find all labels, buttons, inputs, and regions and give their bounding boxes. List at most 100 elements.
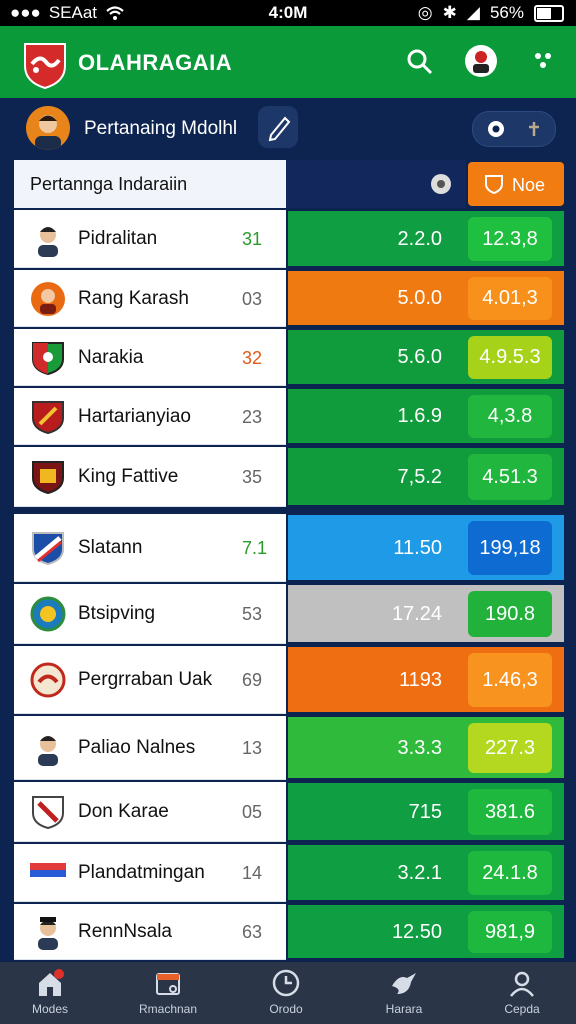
stat-value: 1193 [398,669,442,691]
stat-value: 11.50 [393,537,442,559]
table-row[interactable]: Don Karae 05 715 381.6 [14,782,564,842]
table-row[interactable]: Plandatmingan 14 3.2.1 24.1.8 [14,844,564,902]
row-stat-bar: 3.3.3 227.3 [288,717,564,778]
table-header-label: Pertannga Indaraiin [30,174,188,194]
team-number: 13 [242,738,263,758]
table-row[interactable]: Pidralitan 31 2.2.0 12.3,8 [14,210,564,268]
odds-button[interactable]: 199,18 [468,521,552,575]
table-row[interactable]: Paliao Nalnes 13 3.3.3 227.3 [14,716,564,780]
location-icon: ◎ [417,3,433,22]
profile-avatar-icon[interactable] [464,44,498,78]
team-number: 32 [242,348,263,368]
team-badge-icon [30,596,66,632]
team-badge-icon [30,281,66,317]
nav-item-schedule[interactable]: Rmachnan [118,968,218,1016]
table-row[interactable]: RennNsala 63 12.50 981,9 [14,904,564,960]
odds-button[interactable]: 4.9.5.3 [468,336,552,379]
odds-button[interactable]: 4.01,3 [468,277,552,320]
table-row[interactable]: Slatann 7.1 11.50 199,18 [14,514,564,582]
table-row[interactable]: Rang Karash 03 5.0.0 4.01,3 [14,270,564,327]
nav-item-harara[interactable]: Harara [354,968,454,1016]
team-badge-icon [30,914,66,950]
row-stat-bar: 17.24 190.8 [288,585,564,642]
nav-item-modes[interactable]: Modes [0,968,100,1016]
eye-icon[interactable] [487,120,505,138]
team-number: 7.1 [242,538,268,558]
shield-icon [485,175,503,194]
nav-item-profile[interactable]: Cepda [472,968,572,1016]
header-action-label: Noe [512,175,546,195]
team-number: 63 [242,922,263,942]
row-info-cell: Rang Karash 03 [14,270,286,327]
table-row[interactable]: Pergrraban Uak 69 1193 1.46,3 [14,646,564,714]
row-info-cell: Narakia 32 [14,329,286,386]
odds-button[interactable]: 227.3 [468,723,552,773]
stat-value: 5.0.0 [397,287,442,309]
ball-icon[interactable] [430,173,452,195]
team-badge-icon [30,662,66,698]
cellular-icon: ◢ [466,3,480,22]
view-toggle[interactable] [472,111,556,147]
pin-icon[interactable] [525,120,543,138]
odds-button[interactable]: 24.1.8 [468,851,552,895]
odds-button[interactable]: 1.46,3 [468,653,552,707]
team-number: 35 [242,467,263,487]
team-name: Plandatmingan [78,862,205,883]
row-info-cell: RennNsala 63 [14,904,286,960]
table-row[interactable]: Hartarianyiao 23 1.6.9 4,3.8 [14,388,564,445]
stat-value: 17.24 [391,603,442,625]
table-row[interactable]: King Fattive 35 7,5.2 4.51.3 [14,447,564,507]
row-info-cell: Slatann 7.1 [14,514,286,582]
odds-button[interactable]: 381.6 [468,789,552,835]
row-info-cell: Plandatmingan 14 [14,844,286,902]
team-number: 23 [242,407,263,427]
team-name: Slatann [78,537,143,558]
row-stat-bar: 715 381.6 [288,783,564,840]
status-right: ◎ ✱ ◢ 56% [418,3,564,23]
stat-value: 2.2.0 [397,228,442,250]
table-row[interactable]: Narakia 32 5.6.0 4.9.5.3 [14,329,564,386]
nav-label: Orodo [269,1002,303,1016]
row-info-cell: Don Karae 05 [14,782,286,842]
battery-percent: 56% [489,3,524,22]
profile-icon [510,971,534,997]
bluetooth-icon: ✱ [442,3,457,22]
odds-button[interactable]: 12.3,8 [468,217,552,261]
team-number: 03 [242,289,263,309]
row-stat-bar: 5.6.0 4.9.5.3 [288,330,564,384]
odds-button[interactable]: 4.51.3 [468,454,552,500]
row-stat-bar: 2.2.0 12.3,8 [288,211,564,266]
search-icon[interactable] [404,46,434,76]
table-header-label-cell: Pertannga Indaraiin [14,160,286,208]
row-info-cell: Hartarianyiao 23 [14,388,286,445]
stat-value: 7,5.2 [397,466,442,488]
team-badge-icon [30,794,66,830]
nav-label: Rmachnan [138,1002,198,1016]
row-info-cell: Pergrraban Uak 69 [14,646,286,714]
team-name: Narakia [78,347,144,368]
edit-button-icon[interactable] [258,106,298,148]
nav-item-clock[interactable]: Orodo [236,968,336,1016]
sub-header-title: Pertanaing Mdolhl [84,118,238,139]
team-badge-icon [30,530,66,566]
odds-button[interactable]: 981,9 [468,911,552,953]
row-stat-bar: 1.6.9 4,3.8 [288,389,564,443]
team-badge-icon [30,855,66,891]
team-number: 14 [242,863,263,883]
stat-value: 715 [408,801,442,823]
table-row[interactable]: Btsipving 53 17.24 190.8 [14,584,564,644]
app-title: OLAHRAGAIA [78,50,233,75]
nav-label: Modes [31,1002,69,1016]
row-stat-bar: 3.2.1 24.1.8 [288,845,564,900]
clock-icon [272,969,300,997]
odds-button[interactable]: 4,3.8 [468,395,552,438]
stat-value: 5.6.0 [397,346,442,368]
team-name: Hartarianyiao [78,406,191,427]
nav-label: Cepda [504,1002,540,1016]
user-avatar-icon[interactable] [26,106,70,150]
more-options-icon[interactable] [528,46,558,76]
app-bar: OLAHRAGAIA [0,26,576,98]
team-number: 31 [242,229,263,249]
odds-button[interactable]: 190.8 [468,591,552,637]
header-action-button[interactable]: Noe [468,162,564,206]
